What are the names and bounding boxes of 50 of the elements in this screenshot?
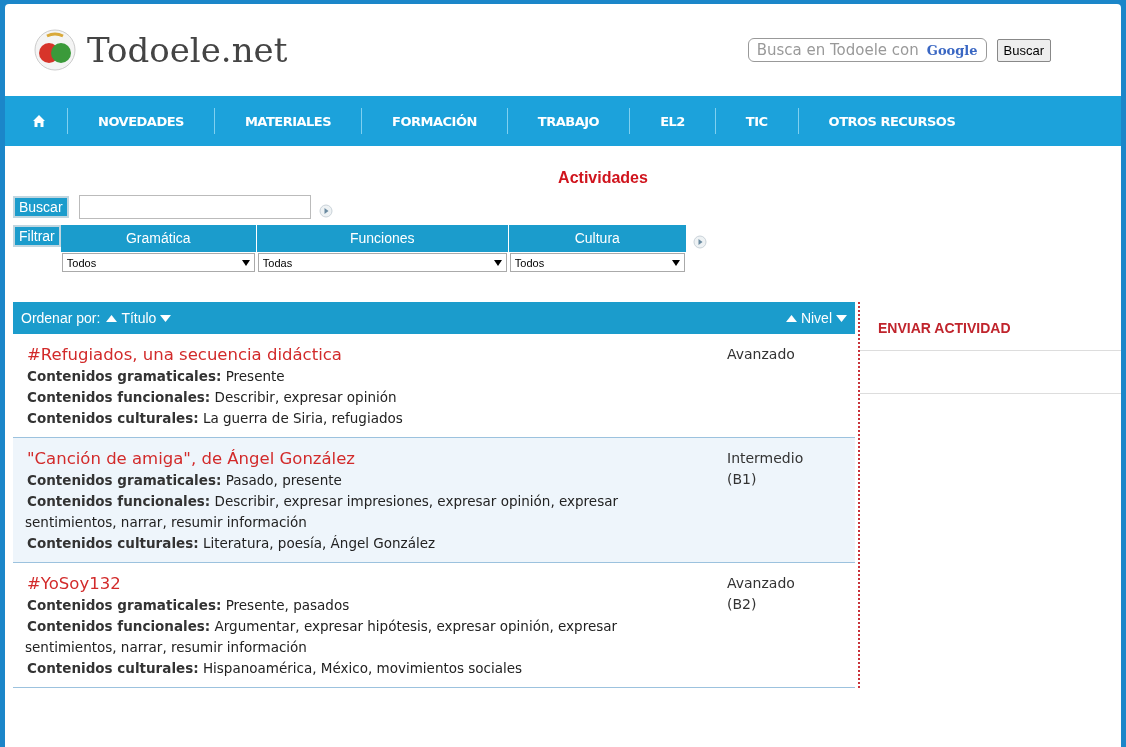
activity-detail: Contenidos gramaticales: Presente: [26, 367, 286, 386]
activity-detail: Contenidos culturales: Hispanoamérica, México, movimientos sociales: [26, 659, 524, 678]
page-title: Actividades: [557, 168, 649, 188]
filter-header: Gramática: [60, 225, 257, 252]
sort-label: Ordenar por:: [21, 310, 101, 326]
filter-button[interactable]: Filtrar: [13, 225, 61, 247]
activity-detail: Contenidos funcionales: Argumentar, expresar hipótesis, expresar opinión, expresar sentimientos, narrar, resumir información: [25, 617, 619, 657]
activity-detail: Contenidos funcionales: Describir, expresar opinión: [26, 388, 398, 407]
activity-detail: Contenidos culturales: Literatura, poesía, Ángel González: [26, 534, 437, 553]
nav-link[interactable]: MATERIALES: [214, 108, 363, 134]
arrow-right-icon[interactable]: [692, 235, 707, 249]
activity-detail: Contenidos gramaticales: Pasado, presente: [26, 471, 343, 490]
search-field[interactable]: Busca en Todoele con Google: [747, 38, 987, 62]
sort-down-icon[interactable]: [160, 314, 172, 322]
activity-title[interactable]: "Canción de amiga", de Ángel González: [25, 448, 705, 470]
filter-header: Cultura: [508, 225, 687, 252]
nav-link[interactable]: FORMACIÓN: [362, 108, 508, 134]
activity-level: Intermedio (B1): [727, 449, 805, 489]
activity-title[interactable]: #Refugiados, una secuencia didáctica: [25, 344, 705, 366]
nav-link[interactable]: TIC: [715, 108, 799, 134]
sort-level[interactable]: Nivel: [800, 310, 832, 326]
sort-up-icon[interactable]: [785, 314, 797, 322]
dropdown-icon[interactable]: [671, 259, 680, 266]
filter-select[interactable]: Todos: [61, 253, 255, 272]
dropdown-icon[interactable]: [241, 259, 250, 266]
search-field[interactable]: [78, 195, 311, 219]
nav-link[interactable]: EL2: [630, 108, 716, 134]
sort-up-icon[interactable]: [106, 314, 118, 322]
home-icon[interactable]: [33, 115, 45, 127]
send-activity-link[interactable]: ENVIAR ACTIVIDAD: [860, 302, 1121, 351]
filter-select[interactable]: Todas: [257, 253, 507, 272]
sort-title[interactable]: Título: [121, 310, 157, 326]
filter-select[interactable]: Todos: [509, 253, 685, 272]
search-button[interactable]: Buscar: [13, 196, 69, 218]
sort-down-icon[interactable]: [836, 314, 847, 322]
logo-icon[interactable]: [33, 28, 77, 72]
arrow-right-icon[interactable]: [318, 204, 333, 218]
activity-detail: Contenidos gramaticales: Presente, pasados: [26, 596, 351, 615]
nav-link[interactable]: OTROS RECURSOS: [798, 108, 986, 134]
activity-level: Avanzado: [727, 345, 796, 364]
dropdown-icon[interactable]: [493, 259, 502, 266]
activity-title[interactable]: #YoSoy132: [25, 573, 705, 595]
nav-link[interactable]: TRABAJO: [507, 108, 631, 134]
activity-detail: Contenidos culturales: La guerra de Siria, refugiados: [26, 409, 404, 428]
site-name[interactable]: Todoele.net: [87, 30, 288, 70]
filter-header: Funciones: [256, 225, 509, 252]
activity-detail: Contenidos funcionales: Describir, expresar impresiones, expresar opinión, expresar sentimientos, narrar, resumir información: [25, 492, 619, 532]
activity-level: Avanzado (B2): [727, 574, 796, 614]
nav-link[interactable]: NOVEDADES: [68, 108, 215, 134]
search-button[interactable]: Buscar: [996, 38, 1051, 62]
